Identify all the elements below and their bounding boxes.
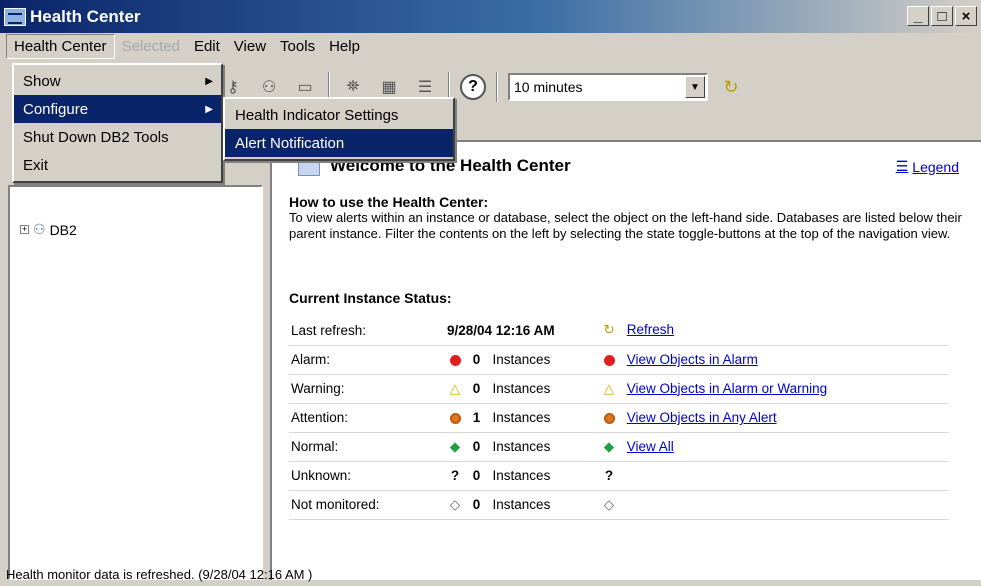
not-monitored-count: 0 bbox=[472, 496, 481, 512]
menu-item-label: Exit bbox=[23, 156, 49, 174]
menu-health-center[interactable]: Health Center bbox=[6, 33, 115, 59]
menu-item-label: Configure bbox=[23, 100, 89, 118]
status-label: Attention: bbox=[289, 403, 425, 433]
menu-edit[interactable]: Edit bbox=[187, 35, 227, 58]
warning-icon: △ bbox=[449, 380, 461, 396]
navigation-tree[interactable]: + ⚇ DB2 bbox=[8, 185, 263, 580]
menu-item-health-indicator-settings[interactable]: Health Indicator Settings bbox=[225, 101, 453, 129]
tree-node-db2[interactable]: + ⚇ DB2 bbox=[20, 221, 77, 238]
status-table: Last refresh: 9/28/04 12:16 AM ↻ Refresh… bbox=[289, 316, 949, 520]
table-row: Not monitored: ◇ 0 Instances ◇ bbox=[289, 490, 949, 520]
menu-view[interactable]: View bbox=[227, 35, 273, 58]
menu-selected[interactable]: Selected bbox=[115, 35, 187, 58]
window-controls: _ □ × bbox=[907, 6, 977, 26]
menu-item-exit[interactable]: Exit bbox=[14, 151, 221, 179]
attention-count: 1 bbox=[472, 410, 481, 425]
alarm-count: 0 bbox=[472, 352, 481, 367]
health-center-menu: Show ▶ Configure ▶ Shut Down DB2 Tools E… bbox=[12, 63, 223, 183]
refresh-icon[interactable]: ↻ bbox=[718, 74, 744, 100]
menu-tools[interactable]: Tools bbox=[273, 35, 322, 58]
warning-icon: △ bbox=[603, 380, 615, 396]
count-unit: Instances bbox=[492, 438, 551, 454]
table-row: Warning: △ 0 Instances △ View Objects in… bbox=[289, 374, 949, 404]
alarm-icon bbox=[601, 352, 617, 367]
table-row: Normal: ◆ 0 Instances ◆ View All bbox=[289, 432, 949, 462]
expand-icon[interactable]: + bbox=[20, 225, 29, 234]
last-refresh-value: 9/28/04 12:16 AM bbox=[425, 316, 601, 346]
count-unit: Instances bbox=[492, 468, 551, 483]
table-row: Last refresh: 9/28/04 12:16 AM ↻ Refresh bbox=[289, 316, 949, 346]
table-row: Attention: 1 Instances View Objects in A… bbox=[289, 403, 949, 433]
normal-count: 0 bbox=[472, 438, 481, 454]
refresh-icon: ↻ bbox=[603, 322, 615, 338]
menu-item-shut-down[interactable]: Shut Down DB2 Tools bbox=[14, 123, 221, 151]
window-title: Health Center bbox=[30, 6, 141, 26]
table-row: Alarm: 0 Instances View Objects in Alarm bbox=[289, 345, 949, 375]
attention-icon bbox=[447, 410, 463, 425]
warning-count: 0 bbox=[472, 380, 481, 396]
howto-text: To view alerts within an instance or dat… bbox=[289, 210, 962, 241]
status-label: Not monitored: bbox=[289, 490, 425, 520]
menu-item-label: Alert Notification bbox=[235, 134, 345, 152]
count-unit: Instances bbox=[492, 352, 551, 367]
status-label: Normal: bbox=[289, 432, 425, 462]
legend-link[interactable]: ☰ Legend bbox=[896, 158, 959, 175]
submenu-arrow-icon: ▶ bbox=[205, 75, 213, 87]
menu-item-configure[interactable]: Configure ▶ bbox=[14, 95, 221, 123]
howto-heading: How to use the Health Center: bbox=[289, 194, 489, 210]
maximize-button[interactable]: □ bbox=[931, 6, 953, 26]
refresh-interval-select[interactable]: 10 minutes ▼ bbox=[508, 73, 708, 101]
status-label: Last refresh: bbox=[289, 316, 425, 346]
close-button[interactable]: × bbox=[955, 6, 977, 26]
alarm-icon bbox=[447, 352, 463, 367]
tree-node-label: DB2 bbox=[49, 221, 77, 238]
legend-link-label: Legend bbox=[912, 158, 959, 175]
refresh-link[interactable]: Refresh bbox=[627, 322, 674, 337]
unknown-icon: ? bbox=[450, 468, 460, 483]
unknown-icon: ? bbox=[604, 468, 614, 483]
menu-help[interactable]: Help bbox=[322, 35, 367, 58]
help-button[interactable]: ? bbox=[460, 74, 486, 100]
status-heading: Current Instance Status: bbox=[289, 290, 452, 306]
refresh-interval-value: 10 minutes bbox=[514, 79, 583, 95]
health-center-app-icon bbox=[4, 7, 26, 26]
title-bar: Health Center _ □ × bbox=[0, 0, 981, 33]
status-label: Warning: bbox=[289, 374, 425, 404]
list-icon: ☰ bbox=[895, 158, 909, 174]
view-alarm-link[interactable]: View Objects in Alarm bbox=[627, 352, 758, 367]
menu-bar: Health Center Selected Edit View Tools H… bbox=[0, 33, 981, 59]
content-pane: Welcome to the Health Center ☰ Legend Ho… bbox=[270, 140, 981, 580]
not-monitored-icon: ◇ bbox=[449, 496, 461, 512]
count-unit: Instances bbox=[492, 496, 551, 512]
menu-item-alert-notification[interactable]: Alert Notification bbox=[225, 129, 453, 157]
view-any-alert-link[interactable]: View Objects in Any Alert bbox=[627, 410, 777, 425]
menu-item-label: Health Indicator Settings bbox=[235, 106, 399, 124]
status-label: Alarm: bbox=[289, 345, 425, 375]
attention-icon bbox=[601, 410, 617, 425]
menu-item-label: Shut Down DB2 Tools bbox=[23, 128, 169, 146]
normal-icon: ◆ bbox=[603, 438, 615, 454]
instance-group-icon: ⚇ bbox=[33, 221, 46, 237]
submenu-arrow-icon: ▶ bbox=[205, 103, 213, 115]
not-monitored-icon: ◇ bbox=[603, 496, 615, 512]
table-row: Unknown: ? 0 Instances ? bbox=[289, 461, 949, 491]
status-bar: Health monitor data is refreshed. (9/28/… bbox=[6, 566, 313, 582]
view-all-link[interactable]: View All bbox=[627, 439, 674, 454]
toolbar-separator bbox=[496, 72, 498, 102]
howto-section: How to use the Health Center: To view al… bbox=[289, 194, 969, 242]
count-unit: Instances bbox=[492, 410, 551, 425]
menu-item-label: Show bbox=[23, 72, 61, 90]
status-label: Unknown: bbox=[289, 461, 425, 491]
view-warning-link[interactable]: View Objects in Alarm or Warning bbox=[627, 381, 827, 396]
count-unit: Instances bbox=[492, 380, 551, 396]
configure-submenu: Health Indicator Settings Alert Notifica… bbox=[223, 97, 455, 161]
menu-item-show[interactable]: Show ▶ bbox=[14, 67, 221, 95]
unknown-count: 0 bbox=[472, 468, 481, 483]
normal-icon: ◆ bbox=[449, 438, 461, 454]
chevron-down-icon[interactable]: ▼ bbox=[685, 76, 705, 98]
minimize-button[interactable]: _ bbox=[907, 6, 929, 26]
